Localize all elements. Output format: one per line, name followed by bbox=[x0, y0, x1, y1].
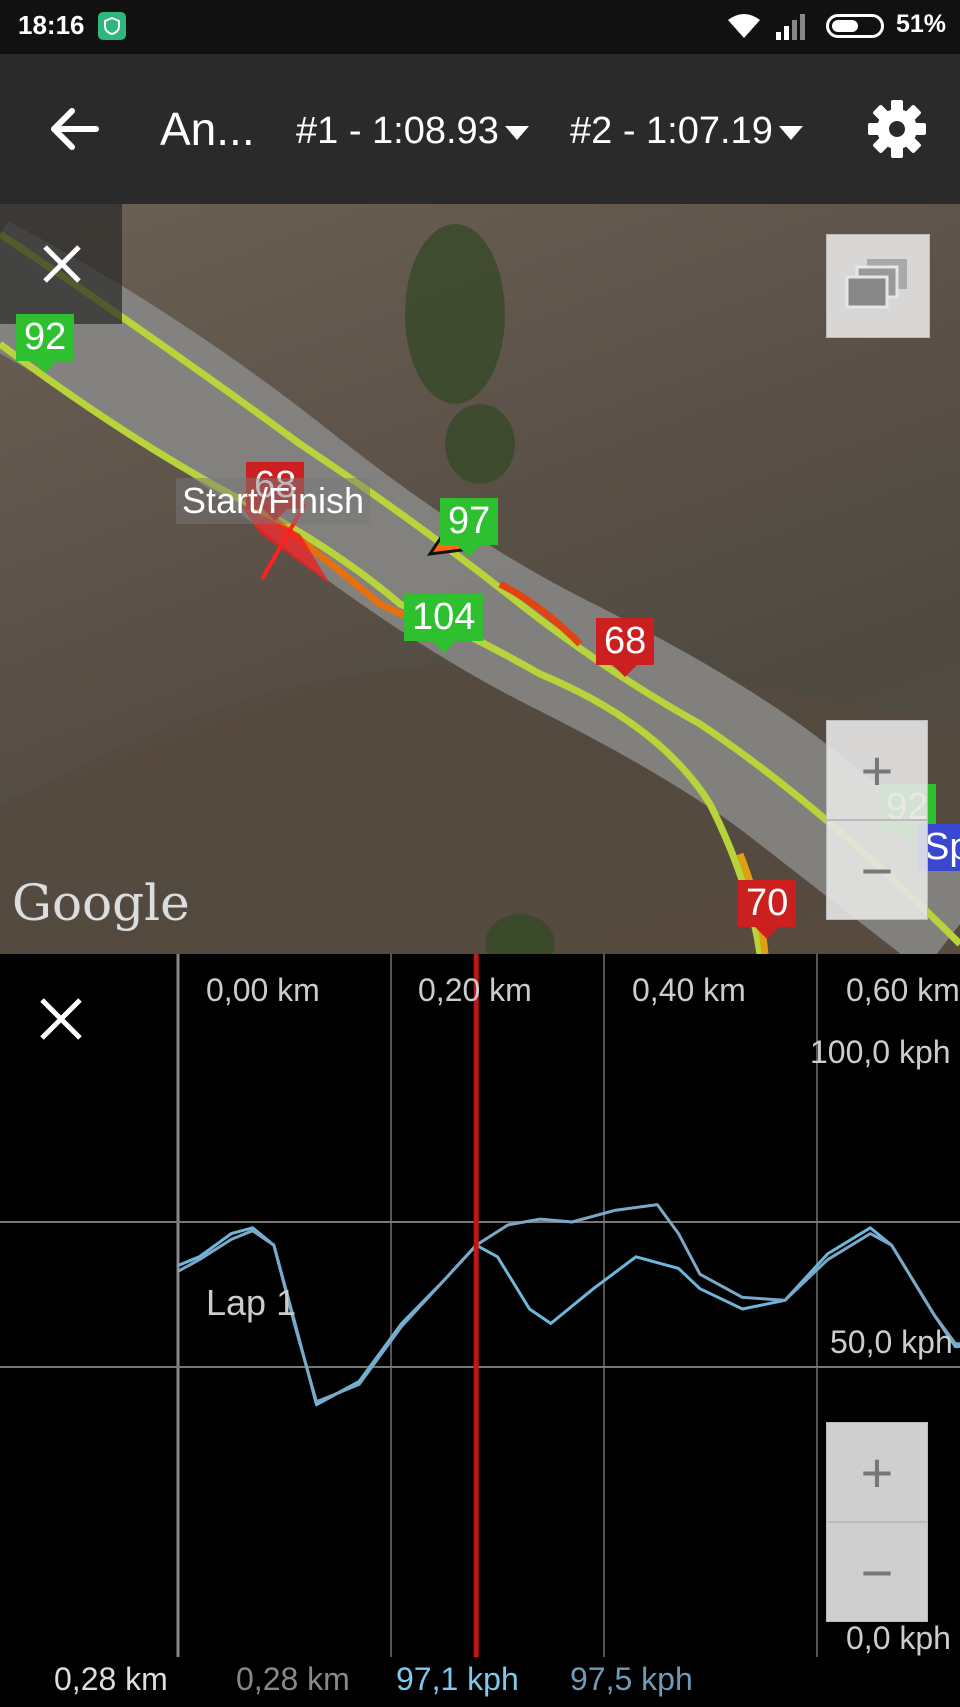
lap-1-selector[interactable]: #1 - 1:08.93 bbox=[296, 110, 529, 153]
close-map-button[interactable] bbox=[0, 204, 122, 324]
shield-icon bbox=[98, 12, 126, 40]
minus-icon: − bbox=[860, 839, 894, 902]
plus-icon: + bbox=[860, 1441, 894, 1504]
lap-1-label: #1 - 1:08.93 bbox=[296, 110, 499, 152]
y-tick-label: 50,0 kph bbox=[830, 1324, 953, 1360]
plus-icon: + bbox=[860, 739, 894, 802]
x-tick-label: 0,20 km bbox=[418, 972, 532, 1008]
map-zoom-out-button[interactable]: − bbox=[826, 820, 928, 920]
lap-1-speed: 97,1 kph bbox=[396, 1661, 519, 1697]
gear-icon[interactable] bbox=[866, 98, 928, 160]
signal-icon bbox=[776, 14, 805, 40]
status-bar: 18:16 51% bbox=[0, 0, 960, 54]
lap-2-selector[interactable]: #2 - 1:07.19 bbox=[570, 110, 803, 153]
app-bar: An... #1 - 1:08.93 #2 - 1:07.19 bbox=[0, 54, 960, 204]
x-tick-label: 0,60 km bbox=[846, 972, 960, 1008]
minus-icon: − bbox=[860, 1541, 894, 1604]
track-overlay bbox=[0, 220, 960, 954]
chart-zoom-out-button[interactable]: − bbox=[826, 1522, 928, 1622]
lap-label: Lap 1 bbox=[206, 1282, 297, 1323]
x-tick-label: 0,40 km bbox=[632, 972, 746, 1008]
lap-2-speed: 97,5 kph bbox=[570, 1661, 693, 1697]
close-icon[interactable] bbox=[36, 994, 86, 1044]
layers-button[interactable] bbox=[826, 234, 930, 338]
speed-marker[interactable]: 70 bbox=[738, 880, 797, 939]
chevron-down-icon bbox=[778, 125, 803, 140]
lap-1-distance: 0,28 km bbox=[54, 1661, 168, 1697]
chart-zoom-in-button[interactable]: + bbox=[826, 1422, 928, 1522]
page-title: An... bbox=[160, 103, 255, 155]
arrow-left-icon[interactable] bbox=[44, 99, 104, 159]
map-zoom-in-button[interactable]: + bbox=[826, 720, 928, 820]
start-finish-label: Start/Finish bbox=[176, 478, 371, 524]
lap-2-label: #2 - 1:07.19 bbox=[570, 110, 773, 152]
speed-marker[interactable]: 104 bbox=[404, 594, 484, 653]
y-tick-label: 100,0 kph bbox=[810, 1034, 951, 1070]
speed-marker[interactable]: 68 bbox=[596, 618, 655, 677]
y-tick-label: 0,0 kph bbox=[846, 1620, 951, 1656]
google-logo: Google bbox=[12, 874, 190, 932]
battery-percent: 51% bbox=[895, 10, 946, 38]
status-time: 18:16 bbox=[18, 10, 85, 40]
close-icon bbox=[43, 245, 81, 283]
readout-bar: 0,28 km 0,28 km 97,1 kph 97,5 kph bbox=[0, 1657, 960, 1707]
chevron-down-icon bbox=[504, 125, 529, 140]
satellite-map[interactable]: 92 68 Start/Finish 97 104 68 92 70 Sp + … bbox=[0, 204, 960, 954]
wifi-icon bbox=[728, 14, 760, 38]
speed-marker[interactable]: 97 bbox=[440, 498, 499, 557]
speed-marker[interactable]: 92 bbox=[16, 314, 75, 373]
lap-2-distance: 0,28 km bbox=[236, 1661, 350, 1697]
battery-icon bbox=[826, 14, 884, 38]
x-tick-label: 0,00 km bbox=[206, 972, 320, 1008]
layers-icon bbox=[845, 259, 907, 309]
speed-chart[interactable]: 0,00 km 0,20 km 0,40 km 0,60 km 100,0 kp… bbox=[0, 954, 960, 1657]
